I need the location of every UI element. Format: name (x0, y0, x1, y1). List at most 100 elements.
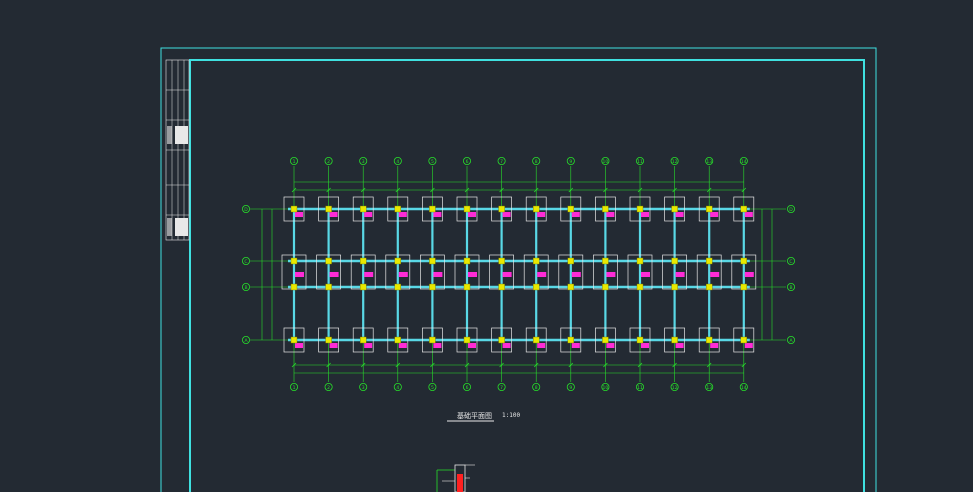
sheet-inner-frame (189, 59, 865, 492)
axis-bubble-label: C (789, 259, 792, 265)
axis-bubble-5: 5 (428, 382, 437, 391)
axis-bubble-label: 11 (637, 159, 643, 165)
axis-bubble-label: B (244, 285, 247, 291)
axis-bubble-label: 6 (466, 385, 469, 391)
axis-bubble-label: 4 (396, 159, 399, 165)
footing-tag-A6 (468, 343, 476, 348)
footing-tag-D4 (398, 212, 407, 217)
column-C2 (325, 257, 332, 265)
footing-tag-A14 (744, 343, 753, 348)
footing-tag-CB13 (710, 272, 720, 277)
footing-tag-D9 (571, 212, 580, 217)
axis-bubble-6: 6 (462, 156, 471, 165)
footing-tag-A9 (571, 343, 580, 348)
column-A7 (498, 336, 505, 344)
column-D9 (567, 205, 574, 213)
footing-tag-A11 (641, 343, 649, 348)
axis-bubble-4: 4 (393, 382, 402, 391)
axis-bubble-D: D (241, 204, 250, 213)
column-C6 (463, 257, 471, 265)
column-B4 (394, 283, 401, 291)
axis-bubble-6: 6 (462, 382, 471, 391)
column-C11 (636, 257, 644, 265)
footing-tag-A7 (502, 343, 511, 348)
foundation-plan: 11223344556677889910101111121213131414D D… (241, 156, 796, 391)
axis-bubble-label: D (244, 207, 248, 213)
footing-tag-A10 (606, 343, 615, 348)
footing-tag-A8 (537, 343, 546, 348)
column-D13 (706, 205, 713, 213)
column-B1 (290, 283, 298, 291)
axis-bubble-label: 10 (603, 385, 609, 391)
column-A13 (706, 336, 713, 344)
axis-bubble-label: 7 (500, 385, 503, 391)
axis-bubble-13: 13 (705, 156, 714, 165)
axis-bubble-B: B (787, 282, 796, 291)
footing-tag-CB7 (502, 272, 512, 277)
axis-bubble-label: 3 (362, 385, 365, 391)
footing-tag-D12 (675, 212, 684, 217)
column-A6 (463, 336, 471, 344)
footing-tag-D14 (744, 212, 753, 217)
column-D11 (636, 205, 644, 213)
axis-bubble-label: 9 (569, 385, 572, 391)
column-A2 (325, 336, 332, 344)
axis-bubble-13: 13 (705, 382, 714, 391)
column-C9 (567, 257, 574, 265)
column-B2 (325, 283, 332, 291)
cad-drawing-canvas[interactable]: 11223344556677889910101111121213131414D D… (0, 0, 973, 492)
axis-bubble-A: A (241, 335, 250, 344)
column-A14 (740, 336, 747, 344)
column-A11 (636, 336, 644, 344)
footing-tag-D10 (606, 212, 615, 217)
column-B6 (463, 283, 471, 291)
axis-bubble-label: 1 (293, 159, 296, 165)
footing-tag-CB4 (398, 272, 408, 277)
column-C4 (394, 257, 401, 265)
axis-bubble-9: 9 (566, 156, 575, 165)
footing-tag-D5 (433, 212, 442, 217)
footing-tag-CB8 (537, 272, 547, 277)
column-A9 (567, 336, 574, 344)
axis-bubble-label: 10 (603, 159, 609, 165)
footing-tag-CB5 (433, 272, 443, 277)
column-A3 (360, 336, 367, 344)
footing-tag-A12 (675, 343, 684, 348)
footing-tag-A2 (329, 343, 338, 348)
footing-tag-A13 (710, 343, 719, 348)
column-D3 (360, 205, 367, 213)
axis-bubble-label: 14 (741, 385, 747, 391)
column-C7 (498, 257, 505, 265)
axis-bubble-label: 6 (466, 159, 469, 165)
axis-bubble-label: 4 (396, 385, 399, 391)
axis-bubble-D: D (787, 204, 796, 213)
column-C10 (602, 257, 609, 265)
axis-bubble-8: 8 (532, 156, 541, 165)
axis-bubble-label: 8 (535, 159, 538, 165)
axis-bubble-1: 1 (289, 382, 298, 391)
footing-tag-CB9 (571, 272, 581, 277)
footing-tag-D13 (710, 212, 719, 217)
axis-bubble-label: C (244, 259, 247, 265)
axis-bubble-C: C (241, 256, 250, 265)
column-C1 (290, 257, 298, 265)
axis-bubble-label: 3 (362, 159, 365, 165)
axis-bubble-11: 11 (636, 382, 645, 391)
axis-bubble-12: 12 (670, 382, 679, 391)
binding-strip (165, 59, 190, 241)
axis-bubble-label: 8 (535, 385, 538, 391)
axis-bubble-8: 8 (532, 382, 541, 391)
column-C8 (533, 257, 540, 265)
column-C13 (706, 257, 713, 265)
axis-bubble-label: 1 (293, 385, 296, 391)
column-D1 (290, 205, 298, 213)
column-D2 (325, 205, 332, 213)
footing-tag-CB6 (468, 272, 477, 277)
footing-tag-D1 (295, 212, 303, 217)
column-B9 (567, 283, 574, 291)
column-D8 (533, 205, 540, 213)
axis-bubble-label: 5 (431, 159, 434, 165)
axis-bubble-label: 13 (706, 159, 712, 165)
axis-bubble-3: 3 (359, 156, 368, 165)
axis-bubble-7: 7 (497, 156, 506, 165)
